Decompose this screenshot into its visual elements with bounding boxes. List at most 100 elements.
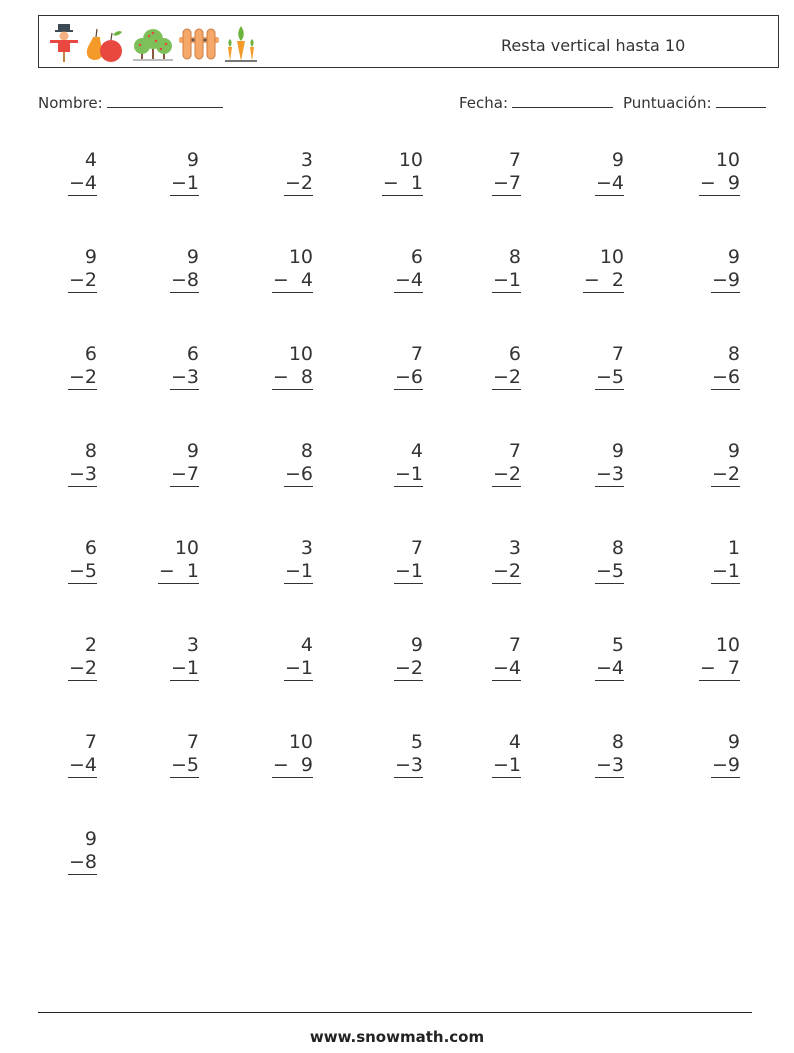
date-blank[interactable] bbox=[512, 93, 614, 108]
subtrahend: −2 bbox=[67, 269, 97, 293]
score-blank[interactable] bbox=[715, 93, 766, 108]
problem: 9 −2 bbox=[363, 634, 423, 681]
minuend: 4 bbox=[410, 440, 423, 462]
minuend: 9 bbox=[84, 246, 97, 268]
name-label: Nombre: bbox=[38, 94, 103, 112]
subtrahend: −6 bbox=[393, 366, 423, 390]
subtrahend: −5 bbox=[594, 366, 624, 390]
subtrahend: −4 bbox=[594, 657, 624, 681]
minuend: 6 bbox=[508, 343, 521, 365]
subtrahend: −7 bbox=[491, 172, 521, 196]
problem: 10− 4 bbox=[253, 246, 313, 293]
minuend: 9 bbox=[410, 634, 423, 656]
subtrahend: −5 bbox=[67, 560, 97, 584]
problem: 6 −3 bbox=[139, 343, 199, 390]
problem: 9 −2 bbox=[680, 440, 740, 487]
worksheet-title: Resta vertical hasta 10 bbox=[501, 36, 686, 55]
minuend: 8 bbox=[727, 343, 740, 365]
problem: 9 −1 bbox=[139, 149, 199, 196]
subtrahend: −1 bbox=[393, 560, 423, 584]
minuend: 9 bbox=[186, 149, 199, 171]
subtrahend: −2 bbox=[710, 463, 740, 487]
problem: 8 −3 bbox=[37, 440, 97, 487]
subtrahend: −4 bbox=[67, 172, 97, 196]
minuend: 10 bbox=[715, 634, 740, 656]
minuend: 7 bbox=[508, 149, 521, 171]
pear-apple-icon bbox=[86, 28, 122, 62]
minuend: 4 bbox=[508, 731, 521, 753]
subtrahend: −3 bbox=[67, 463, 97, 487]
minuend: 8 bbox=[84, 440, 97, 462]
problem: 3 −2 bbox=[461, 537, 521, 584]
subtrahend: −4 bbox=[491, 657, 521, 681]
name-blank[interactable] bbox=[106, 93, 223, 108]
subtrahend: −6 bbox=[283, 463, 313, 487]
problem: 4 −1 bbox=[461, 731, 521, 778]
problem: 10− 9 bbox=[253, 731, 313, 778]
minuend: 6 bbox=[84, 343, 97, 365]
subtrahend: −1 bbox=[491, 754, 521, 778]
problem: 6 −2 bbox=[37, 343, 97, 390]
subtrahend: − 7 bbox=[698, 657, 740, 681]
minuend: 6 bbox=[84, 537, 97, 559]
minuend: 10 bbox=[288, 731, 313, 753]
subtrahend: −1 bbox=[393, 463, 423, 487]
minuend: 10 bbox=[288, 246, 313, 268]
minuend: 5 bbox=[410, 731, 423, 753]
problem: 5 −4 bbox=[564, 634, 624, 681]
subtrahend: −3 bbox=[393, 754, 423, 778]
minuend: 7 bbox=[508, 634, 521, 656]
problem: 9 −3 bbox=[564, 440, 624, 487]
subtrahend: −1 bbox=[169, 657, 199, 681]
fruit-trees-icon bbox=[133, 29, 173, 61]
minuend: 9 bbox=[727, 246, 740, 268]
problem: 9 −2 bbox=[37, 246, 97, 293]
subtrahend: −1 bbox=[710, 560, 740, 584]
subtrahend: −2 bbox=[393, 657, 423, 681]
minuend: 10 bbox=[398, 149, 423, 171]
problem: 10− 1 bbox=[139, 537, 199, 584]
subtrahend: −2 bbox=[491, 560, 521, 584]
problem: 8 −1 bbox=[461, 246, 521, 293]
problem: 3 −2 bbox=[253, 149, 313, 196]
minuend: 7 bbox=[186, 731, 199, 753]
problem: 9 −7 bbox=[139, 440, 199, 487]
problem: 9 −4 bbox=[564, 149, 624, 196]
problem: 4 −1 bbox=[253, 634, 313, 681]
subtrahend: −2 bbox=[67, 366, 97, 390]
subtrahend: − 1 bbox=[381, 172, 423, 196]
subtrahend: −1 bbox=[169, 172, 199, 196]
problem: 10− 7 bbox=[680, 634, 740, 681]
subtrahend: −9 bbox=[710, 754, 740, 778]
worksheet-header: Resta vertical hasta 10 bbox=[38, 15, 779, 68]
problem: 1 −1 bbox=[680, 537, 740, 584]
problem: 7 −5 bbox=[139, 731, 199, 778]
problem: 6 −4 bbox=[363, 246, 423, 293]
date-label: Fecha: bbox=[459, 94, 509, 112]
problem: 10− 8 bbox=[253, 343, 313, 390]
minuend: 3 bbox=[186, 634, 199, 656]
problem: 7 −2 bbox=[461, 440, 521, 487]
minuend: 4 bbox=[300, 634, 313, 656]
problem: 9 −8 bbox=[139, 246, 199, 293]
problem: 10− 1 bbox=[363, 149, 423, 196]
subtrahend: −1 bbox=[283, 560, 313, 584]
subtrahend: −8 bbox=[169, 269, 199, 293]
problem: 8 −6 bbox=[253, 440, 313, 487]
minuend: 3 bbox=[300, 149, 313, 171]
subtrahend: − 8 bbox=[271, 366, 313, 390]
subtrahend: − 2 bbox=[582, 269, 624, 293]
minuend: 10 bbox=[174, 537, 199, 559]
fence-icon bbox=[179, 28, 219, 60]
minuend: 5 bbox=[611, 634, 624, 656]
minuend: 8 bbox=[611, 731, 624, 753]
minuend: 7 bbox=[410, 343, 423, 365]
problem: 7 −6 bbox=[363, 343, 423, 390]
problem: 2 −2 bbox=[37, 634, 97, 681]
subtrahend: − 9 bbox=[271, 754, 313, 778]
minuend: 6 bbox=[410, 246, 423, 268]
problem: 7 −1 bbox=[363, 537, 423, 584]
minuend: 3 bbox=[508, 537, 521, 559]
minuend: 9 bbox=[611, 440, 624, 462]
subtrahend: −8 bbox=[67, 851, 97, 875]
